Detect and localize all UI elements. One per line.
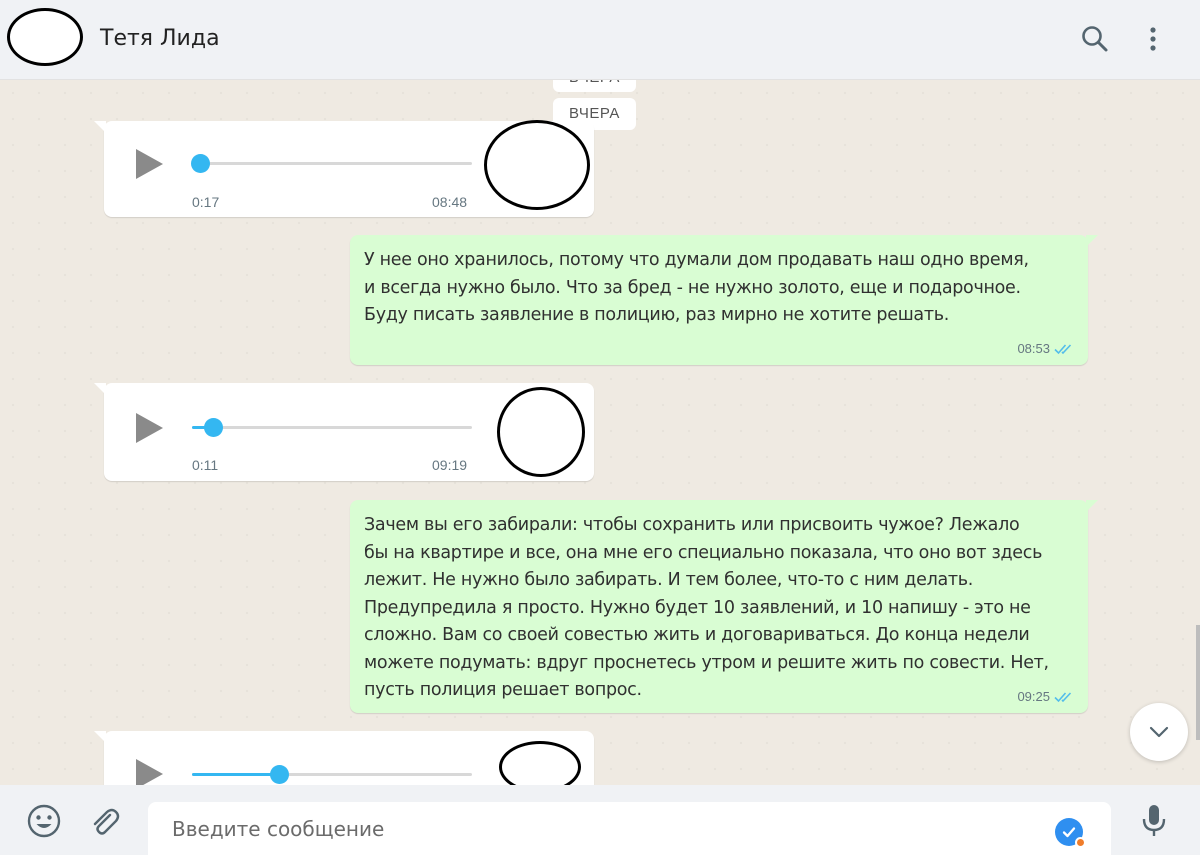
bubble-tail bbox=[1086, 500, 1098, 512]
message-time: 09:19 bbox=[432, 457, 468, 473]
message-text: Зачем вы его забирали: чтобы сохранить и… bbox=[364, 515, 1049, 700]
voice-progress-knob[interactable] bbox=[191, 154, 211, 173]
message-text: У нее оно хранилось, потому что думали д… bbox=[364, 250, 1029, 325]
voice-duration: 0:17 bbox=[192, 194, 220, 210]
play-icon[interactable] bbox=[136, 413, 163, 443]
sender-avatar bbox=[499, 741, 581, 785]
voice-progress-track[interactable] bbox=[192, 765, 472, 784]
voice-progress-track[interactable] bbox=[192, 418, 472, 437]
outgoing-message[interactable]: У нее оно хранилось, потому что думали д… bbox=[350, 235, 1098, 365]
message-meta: 08:53 bbox=[1017, 341, 1076, 356]
message-time: 08:48 bbox=[432, 194, 468, 210]
bubble-tail bbox=[1086, 235, 1098, 247]
scroll-down-button[interactable] bbox=[1130, 703, 1188, 761]
double-check-icon bbox=[1054, 343, 1072, 354]
sender-avatar bbox=[484, 120, 590, 210]
date-label-partial: ВЧЕРА bbox=[553, 80, 636, 92]
voice-progress-knob[interactable] bbox=[204, 418, 223, 437]
emoji-icon[interactable] bbox=[26, 803, 62, 839]
badge-dot bbox=[1075, 837, 1086, 848]
voice-progress-track[interactable] bbox=[191, 154, 472, 173]
chat-area[interactable]: ВЧЕРА ВЧЕРА 0:17 08:48 У нее оно хранило… bbox=[0, 80, 1200, 785]
bubble-tail bbox=[94, 731, 106, 743]
message-time: 09:25 bbox=[1017, 689, 1050, 704]
message-time: 08:53 bbox=[1017, 341, 1050, 356]
chat-header: Тетя Лида bbox=[0, 0, 1200, 80]
menu-dots-icon[interactable] bbox=[1136, 22, 1170, 56]
message-input-container[interactable] bbox=[148, 802, 1111, 855]
voice-message[interactable]: 0:17 08:48 bbox=[94, 120, 594, 217]
voice-message[interactable] bbox=[94, 731, 594, 785]
search-icon[interactable] bbox=[1078, 22, 1112, 56]
microphone-icon[interactable] bbox=[1136, 803, 1172, 839]
outgoing-message[interactable]: Зачем вы его забирали: чтобы сохранить и… bbox=[350, 500, 1098, 713]
sender-avatar bbox=[497, 387, 585, 477]
voice-progress-knob[interactable] bbox=[269, 765, 289, 784]
voice-duration: 0:11 bbox=[192, 457, 219, 473]
double-check-icon bbox=[1054, 691, 1072, 702]
contact-name[interactable]: Тетя Лида bbox=[100, 26, 220, 51]
message-input[interactable] bbox=[172, 816, 1032, 842]
attach-icon[interactable] bbox=[86, 803, 122, 839]
contact-avatar[interactable] bbox=[7, 8, 83, 66]
scrollbar-thumb[interactable] bbox=[1196, 625, 1200, 740]
bubble-tail bbox=[94, 121, 106, 133]
compose-bar bbox=[0, 785, 1200, 855]
voice-message[interactable]: 0:11 09:19 bbox=[94, 383, 594, 481]
play-icon[interactable] bbox=[136, 759, 163, 785]
play-icon[interactable] bbox=[136, 149, 163, 179]
bubble-tail bbox=[94, 383, 106, 395]
extension-badge-icon[interactable] bbox=[1055, 818, 1086, 848]
voice-progress-fill bbox=[192, 773, 279, 776]
message-meta: 09:25 bbox=[1017, 689, 1076, 704]
chevron-down-icon bbox=[1149, 726, 1169, 738]
